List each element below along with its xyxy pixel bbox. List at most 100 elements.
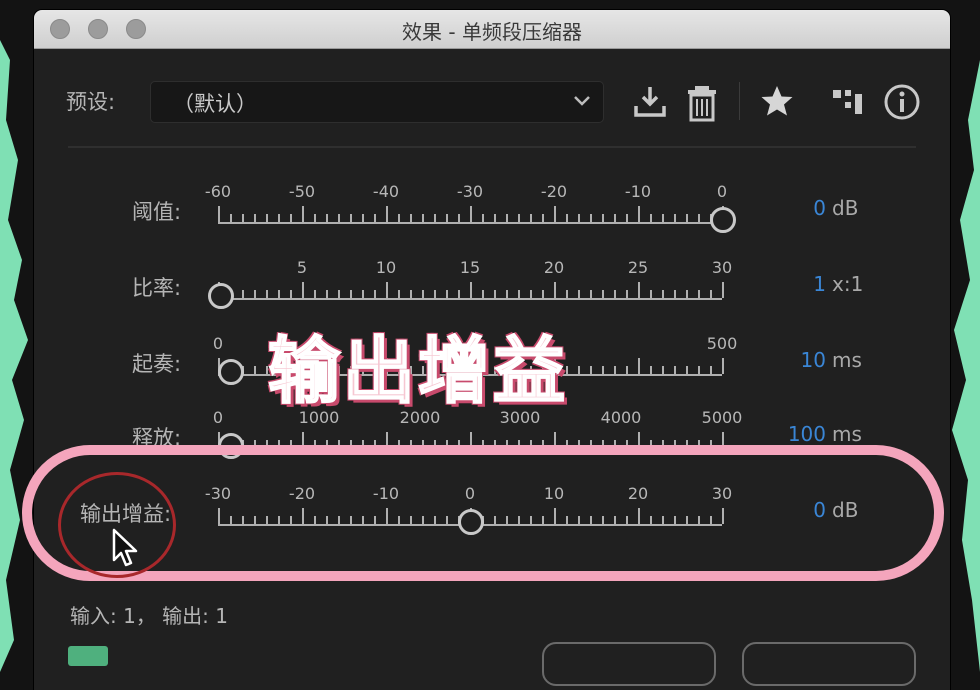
caption-overlay: 输出增益 (267, 328, 569, 414)
scale-tick (338, 290, 340, 298)
scale-tick (254, 214, 256, 222)
scale-tick (410, 290, 412, 298)
tick-label: 10 (375, 258, 397, 277)
scale-tick (722, 358, 724, 374)
scale-tick (638, 206, 640, 222)
info-icon[interactable] (882, 84, 922, 124)
scale-tick (554, 282, 556, 298)
waveform-right (952, 60, 980, 672)
scale-tick (398, 290, 400, 298)
scale-tick (662, 290, 664, 298)
scale-tick (446, 290, 448, 298)
scale-tick (290, 290, 292, 298)
preset-dropdown[interactable]: （默认） (150, 81, 604, 123)
scale-tick (542, 214, 544, 222)
threshold-label: 阈值: (132, 200, 182, 224)
scale-tick (686, 214, 688, 222)
scale-tick (326, 214, 328, 222)
tick-label: -30 (456, 182, 484, 201)
scale-tick (242, 290, 244, 298)
scale-tick (542, 290, 544, 298)
scale-tick (602, 290, 604, 298)
threshold-slider-knob[interactable] (710, 207, 736, 233)
release-value[interactable]: 100 (774, 422, 826, 446)
tick-label: 500 (706, 334, 738, 353)
tick-label: -50 (288, 182, 316, 201)
title-bar: 效果 - 单频段压缩器 (34, 10, 950, 49)
scale-tick (674, 214, 676, 222)
tick-label: 30 (711, 258, 733, 277)
preset-value: （默认） (173, 92, 257, 116)
trash-icon[interactable] (686, 84, 718, 122)
scale-tick (722, 282, 724, 298)
scale-tick (566, 290, 568, 298)
scale-tick (686, 366, 688, 374)
scale-tick (242, 214, 244, 222)
scale-tick (518, 214, 520, 222)
scale-tick (482, 290, 484, 298)
scale-tick (674, 290, 676, 298)
mouse-cursor-icon (112, 528, 138, 567)
scale-tick (386, 206, 388, 222)
scale-tick (578, 290, 580, 298)
scale-tick (650, 290, 652, 298)
scale-tick (314, 290, 316, 298)
scale-tick (278, 214, 280, 222)
ratio-value[interactable]: 1 (774, 272, 826, 296)
tick-label: 5000 (701, 408, 743, 427)
threshold-value[interactable]: 0 (774, 196, 826, 220)
scale-tick (458, 214, 460, 222)
scale-tick (590, 366, 592, 374)
scale-tick (230, 214, 232, 222)
scale-tick (422, 214, 424, 222)
scale-tick (554, 206, 556, 222)
scale-tick (566, 214, 568, 222)
scale-tick (350, 214, 352, 222)
ratio-unit: x:1 (832, 272, 864, 296)
tick-label: 20 (543, 258, 565, 277)
scale-tick (302, 206, 304, 222)
scale-tick (446, 214, 448, 222)
scale-tick (434, 290, 436, 298)
scale-tick (278, 290, 280, 298)
tick-label: 0 (212, 334, 224, 353)
preset-label: 预设: (66, 90, 116, 114)
scale-tick (614, 290, 616, 298)
scale-tick (290, 214, 292, 222)
attack-slider-knob[interactable] (218, 359, 244, 385)
scale-tick (350, 290, 352, 298)
scale-tick (698, 214, 700, 222)
scale-tick (302, 282, 304, 298)
scale-tick (602, 214, 604, 222)
scale-tick (254, 366, 256, 374)
scale-tick (434, 214, 436, 222)
io-status: 输入: 1， 输出: 1 (70, 604, 228, 628)
tick-label: -20 (540, 182, 568, 201)
tick-label: 25 (627, 258, 649, 277)
scale-tick (650, 366, 652, 374)
scale-tick (650, 214, 652, 222)
scale-tick (614, 366, 616, 374)
dialog-button-right[interactable] (742, 642, 916, 686)
scale-tick (590, 214, 592, 222)
routing-icon[interactable] (832, 84, 864, 118)
scale-tick (578, 214, 580, 222)
star-icon[interactable] (760, 84, 794, 118)
scale-tick (386, 282, 388, 298)
scale-tick (362, 214, 364, 222)
scale-tick (506, 214, 508, 222)
scale-tick (662, 366, 664, 374)
tick-label: 15 (459, 258, 481, 277)
scale-tick (626, 290, 628, 298)
scale-baseline (218, 298, 722, 300)
download-icon[interactable] (632, 84, 668, 120)
threshold-unit: dB (832, 196, 859, 220)
scale-tick (470, 206, 472, 222)
attack-value[interactable]: 10 (774, 348, 826, 372)
dialog-button-left[interactable] (542, 642, 716, 686)
tick-label: 4000 (600, 408, 642, 427)
scale-tick (266, 214, 268, 222)
scale-tick (626, 214, 628, 222)
scale-tick (326, 290, 328, 298)
ratio-slider-knob[interactable] (208, 283, 234, 309)
